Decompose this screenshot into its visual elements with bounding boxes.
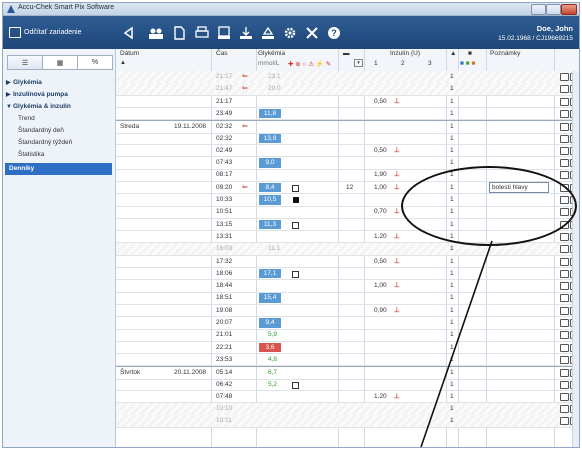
app-window: Accu-Chek Smart Pix Software Odčítať zar… (2, 2, 580, 448)
callout-pointer (420, 240, 493, 447)
